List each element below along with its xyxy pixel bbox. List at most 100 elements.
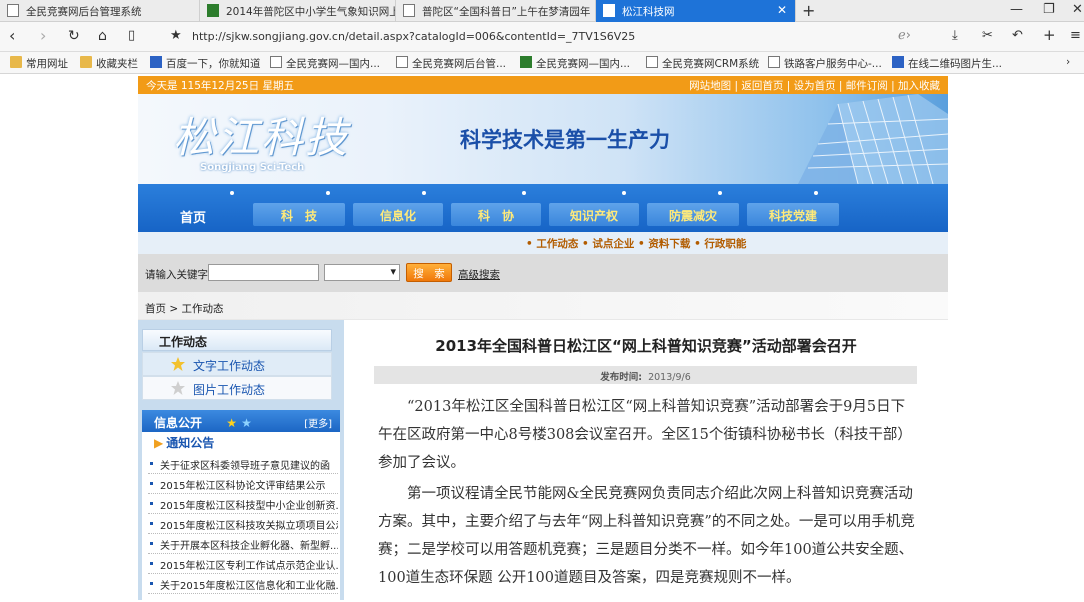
list-item[interactable]: 2015年度松江区科技型中小企业创新资... [148,494,338,514]
back-icon[interactable]: ‹ [9,26,15,45]
article-date-bar: 发布时间: 2013/9/6 [374,366,917,384]
article-title: 2013年全国科普日松江区“网上科普知识竞赛”活动部署会召开 [435,337,857,355]
sidebar-heading: 工作动态 [142,329,332,351]
breadcrumb-text[interactable]: 首页 > 工作动态 [145,301,223,316]
address-bar: ‹ › ↻ ⌂ ▯ ★ http://sjkw.songjiang.gov.cn… [0,22,1084,52]
browser-tab-active[interactable]: 松江科技网 ✕ [596,0,796,22]
list-item[interactable]: 2015年松江区科协论文评审结果公示 [148,474,338,494]
sub-nav: • 工作动态 • 试点企业 • 资料下载 • 行政职能 [138,232,948,254]
add-icon[interactable]: + [1043,26,1056,44]
list-item[interactable]: 2015年松江区专利工作试点示范企业认... [148,554,338,574]
ie-mode-icon[interactable]: ℯ› [898,28,911,43]
top-strip: 今天是 115年12月25日 星期五 网站地图 | 返回首页 | 设为首页 | … [138,76,948,94]
info-list: ▶ 通知公告 关于征求区科委领导班子意见建议的函 2015年松江区科协论文评审结果… [142,432,340,602]
url-field[interactable]: http://sjkw.songjiang.gov.cn/detail.aspx… [192,30,635,43]
article-body: “2013年松江区全国科普日松江区“网上科普知识竞赛”活动部署会于9月5日下午在… [378,393,918,595]
forward-icon[interactable]: › [40,26,46,45]
star-icon [171,381,185,395]
list-item[interactable]: 关于2015年度松江区信息化和工业化融... [148,574,338,594]
nav-dot [326,191,330,195]
baidu-icon [150,56,162,68]
nav-dot [522,191,526,195]
minimize-icon[interactable]: — [1010,2,1023,17]
page-icon [603,4,615,17]
refresh-icon[interactable]: ↻ [68,28,80,44]
bookmark-item[interactable]: 常用网址 [10,56,68,71]
bookmark-item[interactable]: 全民竞赛网—国内... [520,56,630,71]
article-paragraph: 第一项议程请全民节能网&全民竞赛网负责同志介绍此次网上科普知识竞赛活动方案。其中… [378,486,915,586]
chevron-right-icon[interactable]: › [1066,56,1070,68]
article-date: 2013/9/6 [648,372,691,383]
nav-dot [718,191,722,195]
info-public-heading: 信息公开 ★ ★ [更多] [142,410,340,432]
building-graphic [798,94,948,184]
folder-icon [80,56,92,68]
menu-icon[interactable]: ≡ [1070,28,1081,43]
sub-nav-links[interactable]: • 工作动态 • 试点企业 • 资料下载 • 行政职能 [526,236,746,251]
browser-tab[interactable]: 全民竞赛网后台管理系统 [0,0,200,22]
undo-icon[interactable]: ↶ [1012,28,1023,43]
restore-icon[interactable]: ❐ [1043,2,1055,17]
search-bar: 请输入关键字 ▾ 搜 索 高级搜索 [138,254,948,292]
green-s-icon [207,4,219,17]
cut-icon[interactable]: ✂ [982,28,993,43]
nav-home[interactable]: 首页 [168,203,218,226]
nav-party[interactable]: 科技党建 [747,203,839,226]
page-icon [403,4,415,17]
nav-tech[interactable]: 科 技 [253,203,345,226]
nav-dot [622,191,626,195]
top-links[interactable]: 网站地图 | 返回首页 | 设为首页 | 邮件订阅 | 加入收藏 [689,78,940,93]
article-paragraph: “2013年松江区全国科普日松江区“网上科普知识竞赛”活动部署会于9月5日下午在… [378,399,912,471]
browser-tab[interactable]: 2014年普陀区中小学生气象知识网上竞 [200,0,396,22]
page-icon [646,56,658,68]
bookmarks-bar: 常用网址 收藏夹栏 百度一下，你就知道 全民竞赛网—国内... 全民竞赛网后台管… [0,52,1084,74]
star-icon [171,357,185,371]
list-item[interactable]: 2015年度松江区科技攻关拟立项项目公示 [148,514,338,534]
green-s-icon [520,56,532,68]
nav-dot [422,191,426,195]
browser-tab-bar: 全民竞赛网后台管理系统 2014年普陀区中小学生气象知识网上竞 普陀区“全国科普… [0,0,1084,22]
banner-slogan: 科学技术是第一生产力 [460,127,670,152]
folder-icon [10,56,22,68]
nav-association[interactable]: 科 协 [451,203,541,226]
page-icon [768,56,780,68]
bookmark-item[interactable]: 全民竞赛网—国内... [270,56,380,71]
advanced-search-link[interactable]: 高级搜索 [458,267,500,282]
bookmark-item[interactable]: 收藏夹栏 [80,56,138,71]
bookmark-item[interactable]: 铁路客户服务中心-... [768,56,882,71]
article: 2013年全国科普日松江区“网上科普知识竞赛”活动部署会召开 发布时间: 201… [344,320,948,600]
site-banner: 松江科技 Songjiang Sci-Tech 科学技术是第一生产力 [138,94,948,184]
download-icon[interactable]: ⤓ [952,28,958,43]
star-icon[interactable]: ★ [170,28,182,43]
browser-tab[interactable]: 普陀区“全国科普日”上午在梦清园年 [396,0,596,22]
reading-view-icon[interactable]: ▯ [128,28,135,43]
bookmark-item[interactable]: 百度一下，你就知道 [150,56,261,71]
triangle-icon: ▶ [154,436,164,450]
close-window-icon[interactable]: ✕ [1072,2,1083,17]
date-label: 发布时间: [600,372,643,383]
bookmark-item[interactable]: 在线二维码图片生... [892,56,1002,71]
nav-ip[interactable]: 知识产权 [549,203,639,226]
list-item[interactable]: 关于征求区科委领导班子意见建议的函 [148,454,338,474]
sidebar-item-photo-news[interactable]: 图片工作动态 [142,376,332,400]
page-icon [270,56,282,68]
search-category-select[interactable]: ▾ [324,264,400,281]
new-tab-button[interactable]: + [802,1,815,20]
more-link[interactable]: [更多] [304,415,332,430]
search-button[interactable]: 搜 索 [406,263,452,282]
breadcrumb: 首页 > 工作动态 [138,292,948,320]
sidebar-item-text-news[interactable]: 文字工作动态 [142,352,332,376]
home-icon[interactable]: ⌂ [98,28,107,44]
date-text: 今天是 115年12月25日 星期五 [146,80,294,92]
nav-informatization[interactable]: 信息化 [353,203,443,226]
list-item[interactable]: 关于开展本区科技企业孵化器、新型孵... [148,534,338,554]
close-tab-icon[interactable]: ✕ [777,3,787,17]
site-logo[interactable]: 松江科技 [173,104,349,165]
nav-dot [814,191,818,195]
nav-disaster[interactable]: 防震减灾 [647,203,739,226]
page-icon [7,4,19,17]
bookmark-item[interactable]: 全民竞赛网后台管... [396,56,506,71]
search-input[interactable] [208,264,319,281]
bookmark-item[interactable]: 全民竞赛网CRM系统 [646,56,759,71]
chevron-down-icon: ▾ [390,265,396,278]
